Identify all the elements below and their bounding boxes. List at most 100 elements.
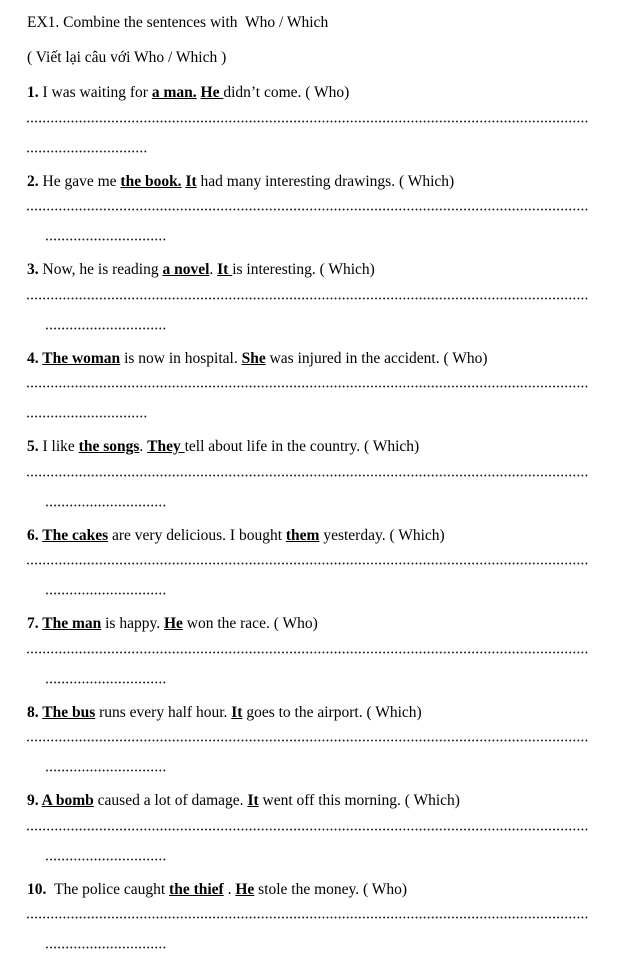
- answer-line-stub[interactable]: [46, 499, 166, 512]
- exercise-item: 5. I like the songs. They tell about lif…: [27, 439, 598, 528]
- exercise-number: 9.: [27, 792, 42, 809]
- answer-line-stub[interactable]: [27, 410, 147, 423]
- sentence-text: caused a lot of damage.: [94, 792, 248, 809]
- answer-line[interactable]: [27, 469, 588, 482]
- answer-line[interactable]: [27, 734, 588, 747]
- answer-line-stub[interactable]: [46, 322, 166, 335]
- underlined-phrase: The cakes: [42, 527, 108, 544]
- sentence-text: The police caught: [54, 881, 169, 898]
- underlined-phrase: It: [217, 261, 232, 278]
- exercise-number: 7.: [27, 615, 42, 632]
- spacer: [27, 128, 598, 145]
- underlined-phrase: He: [235, 881, 254, 898]
- underlined-phrase: He: [164, 615, 183, 632]
- sentence-text: are very delicious. I bought: [108, 527, 286, 544]
- page-title: EX1. Combine the sentences with Who / Wh…: [27, 15, 598, 50]
- spacer: [27, 747, 598, 764]
- spacer: [27, 393, 598, 410]
- underlined-phrase: the songs: [79, 438, 140, 455]
- underlined-phrase: them: [286, 527, 320, 544]
- spacer: [27, 659, 598, 676]
- sentence-text: is interesting. ( Which): [232, 261, 375, 278]
- spacer: [27, 158, 598, 174]
- answer-line[interactable]: [27, 646, 588, 659]
- sentence-text: tell about life in the country. ( Which): [185, 438, 420, 455]
- underlined-phrase: The man: [42, 615, 101, 632]
- answer-line-stub[interactable]: [46, 587, 166, 600]
- exercise-item: 4. The woman is now in hospital. She was…: [27, 351, 598, 440]
- exercise-sentence: 6. The cakes are very delicious. I bough…: [27, 528, 598, 558]
- sentence-text: went off this morning. ( Which): [259, 792, 460, 809]
- exercise-sentence: 1. I was waiting for a man. He didn’t co…: [27, 85, 598, 115]
- answer-line-stub[interactable]: [46, 233, 166, 246]
- exercise-number: 1.: [27, 84, 43, 101]
- sentence-text: Now, he is reading: [43, 261, 163, 278]
- exercise-item: 2. He gave me the book. It had many inte…: [27, 174, 598, 263]
- exercise-item: 9. A bomb caused a lot of damage. It wen…: [27, 793, 598, 882]
- sentence-text: was injured in the accident. ( Who): [266, 350, 488, 367]
- answer-line-stub[interactable]: [46, 853, 166, 866]
- spacer: [27, 836, 598, 853]
- sentence-text: is happy.: [101, 615, 164, 632]
- spacer: [27, 866, 598, 882]
- page-subtitle: ( Viết lại câu với Who / Which ): [27, 50, 598, 86]
- answer-line[interactable]: [27, 911, 588, 924]
- exercise-item: 1. I was waiting for a man. He didn’t co…: [27, 85, 598, 174]
- worksheet-content: EX1. Combine the sentences with Who / Wh…: [0, 0, 625, 954]
- exercise-number: 3.: [27, 261, 43, 278]
- exercise-sentence: 10. The police caught the thief . He sto…: [27, 882, 598, 912]
- answer-line[interactable]: [27, 380, 588, 393]
- underlined-phrase: She: [242, 350, 266, 367]
- sentence-text: is now in hospital.: [120, 350, 241, 367]
- answer-line[interactable]: [27, 557, 588, 570]
- underlined-phrase: They: [147, 438, 184, 455]
- answer-line[interactable]: [27, 823, 588, 836]
- exercise-sentence: 7. The man is happy. He won the race. ( …: [27, 616, 598, 646]
- sentence-text: stole the money. ( Who): [254, 881, 407, 898]
- sentence-text: He gave me: [43, 173, 121, 190]
- spacer: [27, 482, 598, 499]
- answer-line-stub[interactable]: [46, 676, 166, 689]
- spacer: [27, 689, 598, 705]
- exercise-number: 2.: [27, 173, 43, 190]
- spacer: [27, 777, 598, 793]
- sentence-text: won the race. ( Who): [183, 615, 318, 632]
- exercise-sentence: 3. Now, he is reading a novel. It is int…: [27, 262, 598, 292]
- answer-line-stub[interactable]: [46, 941, 166, 954]
- spacer: [27, 335, 598, 351]
- underlined-phrase: the book.: [120, 173, 181, 190]
- exercise-sentence: 4. The woman is now in hospital. She was…: [27, 351, 598, 381]
- underlined-phrase: a man.: [152, 84, 197, 101]
- answer-line[interactable]: [27, 115, 588, 128]
- exercise-number: 8.: [27, 704, 42, 721]
- sentence-text: I like: [43, 438, 79, 455]
- underlined-phrase: the thief: [169, 881, 224, 898]
- exercise-sentence: 5. I like the songs. They tell about lif…: [27, 439, 598, 469]
- sentence-text: runs every half hour.: [95, 704, 231, 721]
- exercise-list: 1. I was waiting for a man. He didn’t co…: [27, 85, 598, 954]
- sentence-text: .: [209, 261, 217, 278]
- sentence-text: yesterday. ( Which): [319, 527, 444, 544]
- sentence-text: didn’t come. ( Who): [223, 84, 349, 101]
- exercise-sentence: 9. A bomb caused a lot of damage. It wen…: [27, 793, 598, 823]
- exercise-number: 10.: [27, 881, 54, 898]
- spacer: [27, 305, 598, 322]
- spacer: [27, 570, 598, 587]
- answer-line[interactable]: [27, 203, 588, 216]
- exercise-item: 3. Now, he is reading a novel. It is int…: [27, 262, 598, 351]
- exercise-item: 6. The cakes are very delicious. I bough…: [27, 528, 598, 617]
- answer-line[interactable]: [27, 292, 588, 305]
- underlined-phrase: The bus: [42, 704, 95, 721]
- underlined-phrase: It: [247, 792, 258, 809]
- answer-line-stub[interactable]: [46, 764, 166, 777]
- worksheet-page: EX1. Combine the sentences with Who / Wh…: [0, 0, 625, 934]
- spacer: [27, 600, 598, 616]
- exercise-number: 5.: [27, 438, 43, 455]
- sentence-text: had many interesting drawings. ( Which): [197, 173, 455, 190]
- exercise-sentence: 8. The bus runs every half hour. It goes…: [27, 705, 598, 735]
- spacer: [27, 512, 598, 528]
- sentence-text: goes to the airport. ( Which): [242, 704, 421, 721]
- underlined-phrase: It: [185, 173, 196, 190]
- answer-line-stub[interactable]: [27, 145, 147, 158]
- exercise-item: 7. The man is happy. He won the race. ( …: [27, 616, 598, 705]
